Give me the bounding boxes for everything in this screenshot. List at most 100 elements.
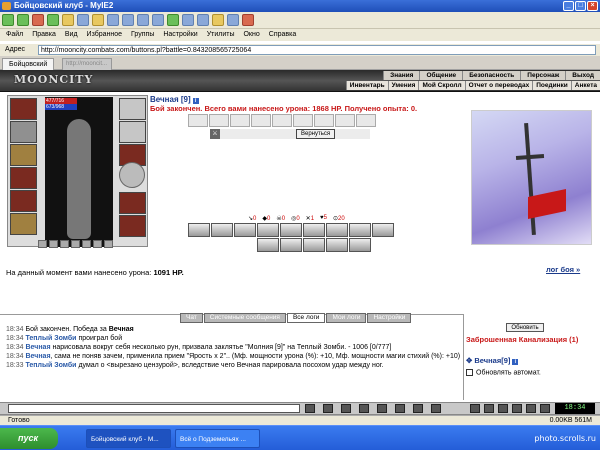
private-icon[interactable] [395, 404, 405, 413]
nav-security[interactable]: Безопасность [462, 71, 521, 80]
translit-icon[interactable] [377, 404, 387, 413]
send-icon[interactable] [305, 404, 315, 413]
close-button[interactable]: × [587, 1, 598, 11]
forward-icon[interactable] [17, 14, 29, 26]
rune-slot[interactable] [38, 240, 47, 248]
skill-icon[interactable] [257, 238, 279, 252]
start-button[interactable]: пуск [0, 428, 58, 449]
weapon-slot[interactable] [10, 144, 37, 166]
clan-icon[interactable] [540, 404, 550, 413]
skill-icon[interactable] [303, 223, 325, 237]
refresh-icon[interactable] [47, 14, 59, 26]
nav-character[interactable]: Персонаж [520, 71, 566, 80]
chat-input[interactable] [8, 404, 300, 413]
menu-settings[interactable]: Настройки [163, 29, 197, 41]
close-all-icon[interactable] [242, 14, 254, 26]
location-occupant[interactable]: ✥ Вечная[9] i [466, 356, 519, 365]
home-icon[interactable] [62, 14, 74, 26]
info-icon[interactable]: i [512, 359, 519, 365]
menu-groups[interactable]: Группы [131, 29, 154, 41]
tab-settings[interactable]: Настройки [367, 313, 412, 323]
player-name[interactable]: Вечная [9] i [150, 95, 199, 104]
staff-slot[interactable] [10, 213, 37, 235]
nav-fights[interactable]: Поединки [532, 81, 571, 90]
nav-profile[interactable]: Анкета [570, 81, 600, 90]
edit-icon[interactable] [152, 14, 164, 26]
back-button[interactable]: Вернуться [296, 129, 336, 139]
layout-icon[interactable] [227, 14, 239, 26]
inventory-icon[interactable] [484, 404, 494, 413]
rune-slot[interactable] [82, 240, 91, 248]
menu-edit[interactable]: Правка [32, 29, 56, 41]
filter-icon[interactable] [359, 404, 369, 413]
skill-icon[interactable] [303, 238, 325, 252]
rune-slot[interactable] [49, 240, 58, 248]
nav-transfers[interactable]: Отчет о переводах [464, 81, 533, 90]
print-icon[interactable] [137, 14, 149, 26]
window-icon[interactable] [197, 14, 209, 26]
tab-secondary[interactable]: http://mooncit... [62, 58, 112, 70]
sound-icon[interactable] [413, 404, 423, 413]
skill-icon[interactable] [280, 238, 302, 252]
menu-favorites[interactable]: Избранное [87, 29, 122, 41]
minimize-button[interactable]: _ [563, 1, 574, 11]
back-icon[interactable] [2, 14, 14, 26]
friends-icon[interactable] [526, 404, 536, 413]
mail-icon[interactable] [512, 404, 522, 413]
skill-icon[interactable] [349, 238, 371, 252]
color-icon[interactable] [431, 404, 441, 413]
ring-slot-2[interactable] [119, 121, 146, 143]
pants-slot[interactable] [119, 192, 146, 214]
refresh-button[interactable]: Обновить [506, 323, 544, 332]
clear-icon[interactable] [341, 404, 351, 413]
rune-slot[interactable] [60, 240, 69, 248]
nav-inventory[interactable]: Инвентарь [345, 81, 388, 90]
nav-communication[interactable]: Общение [419, 71, 463, 80]
skill-icon[interactable] [188, 223, 210, 237]
tab-my-logs[interactable]: Мои логи [326, 313, 367, 323]
auto-refresh-checkbox[interactable]: Обновлять автомат. [466, 369, 541, 376]
mail-icon[interactable] [122, 14, 134, 26]
skill-icon[interactable] [372, 223, 394, 237]
skill-icon[interactable] [326, 223, 348, 237]
rune-slot[interactable] [93, 240, 102, 248]
skill-icon[interactable] [349, 223, 371, 237]
skill-icon[interactable] [211, 223, 233, 237]
options-icon[interactable] [212, 14, 224, 26]
tab-active[interactable]: Бойцовский [2, 58, 55, 70]
armor-slot[interactable] [10, 167, 37, 189]
boots-slot[interactable] [119, 215, 146, 237]
tab-chat[interactable]: Чат [180, 313, 203, 323]
belt-slot[interactable] [10, 190, 37, 212]
skill-icon[interactable] [257, 223, 279, 237]
maximize-button[interactable]: □ [575, 1, 586, 11]
tab-all-logs[interactable]: Все логи [286, 313, 326, 323]
menu-help[interactable]: Справка [269, 29, 296, 41]
menu-utilities[interactable]: Утилиты [207, 29, 235, 41]
smile-icon[interactable] [323, 404, 333, 413]
history-icon[interactable] [107, 14, 119, 26]
nav-my-scroll[interactable]: Мой Скролл [418, 81, 465, 90]
menu-file[interactable]: Файл [6, 29, 23, 41]
menu-view[interactable]: Вид [65, 29, 78, 41]
tab-system-messages[interactable]: Системные сообщения [203, 313, 286, 323]
amulet-slot[interactable] [10, 121, 37, 143]
shield-slot[interactable] [119, 162, 145, 188]
stop-icon[interactable] [32, 14, 44, 26]
helmet-slot[interactable] [10, 98, 37, 120]
nav-skills[interactable]: Умения [387, 81, 419, 90]
ring-slot[interactable] [119, 98, 146, 120]
address-input[interactable]: http://mooncity.combats.com/buttons.pl?b… [38, 45, 596, 55]
skill-icon[interactable] [326, 238, 348, 252]
map-icon[interactable] [470, 404, 480, 413]
checkbox-icon[interactable] [466, 369, 473, 376]
taskbar-item[interactable]: Бойцовский клуб - M... [86, 429, 171, 448]
skill-icon[interactable] [234, 223, 256, 237]
group-icon[interactable] [167, 14, 179, 26]
battle-log-link[interactable]: лог боя » [546, 265, 580, 274]
menu-window[interactable]: Окно [243, 29, 259, 41]
nav-knowledge[interactable]: Знания [383, 71, 420, 80]
search-icon[interactable] [77, 14, 89, 26]
rune-slot[interactable] [104, 240, 113, 248]
tool-icon[interactable] [182, 14, 194, 26]
